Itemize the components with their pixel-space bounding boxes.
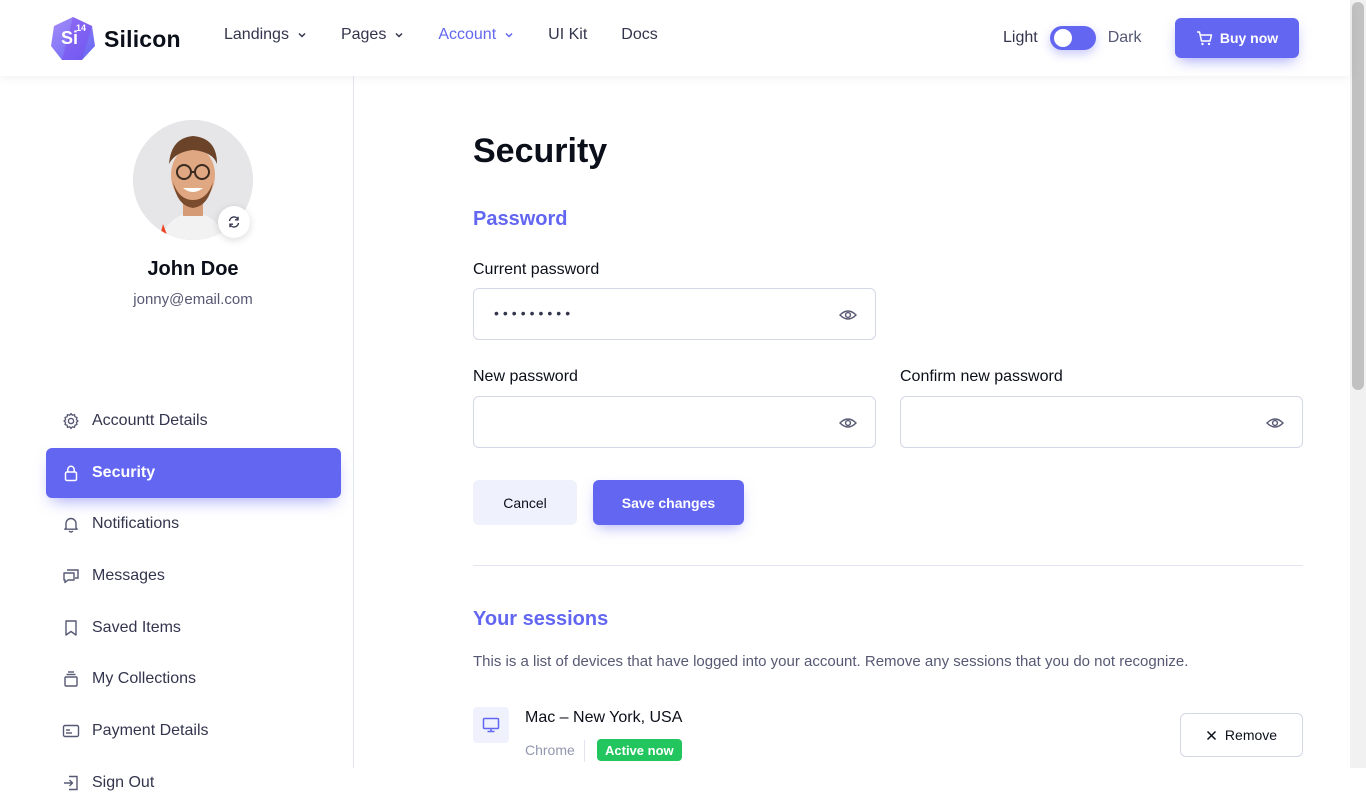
eye-icon[interactable]: [839, 308, 857, 322]
chevron-down-icon: [505, 32, 513, 38]
sidebar-item-security[interactable]: Security: [46, 447, 341, 498]
desktop-icon: [482, 717, 500, 733]
sidebar-item-notifications[interactable]: Notifications: [46, 499, 341, 549]
cancel-button[interactable]: Cancel: [473, 480, 577, 525]
nav-account-label: Account: [438, 26, 497, 43]
profile-email: jonny@email.com: [133, 291, 253, 308]
session-item: Mac – New York, USA Chrome Active now Re…: [473, 706, 1303, 768]
save-changes-button[interactable]: Save changes: [593, 480, 744, 525]
session-device-icon-wrap: [473, 707, 509, 743]
bell-icon: [64, 518, 78, 534]
sidebar-item-label: Payment Details: [92, 722, 209, 740]
mode-light-label: Light: [1003, 29, 1038, 46]
gear-icon: [63, 412, 79, 430]
account-menu: Accountt Details Security Notifications …: [46, 396, 341, 810]
status-badge: Active now: [597, 739, 682, 761]
card-icon: [62, 724, 80, 738]
sidebar-item-sign-out[interactable]: Sign Out: [46, 758, 341, 808]
collection-icon: [64, 671, 78, 688]
sidebar-item-messages[interactable]: Messages: [46, 551, 341, 601]
chat-icon: [63, 569, 79, 584]
sidebar-item-label: Security: [92, 463, 156, 481]
profile-name: John Doe: [147, 258, 239, 280]
password-section-title: Password: [473, 208, 568, 230]
page-scrollbar[interactable]: [1350, 0, 1366, 768]
refresh-icon: [228, 216, 240, 228]
nav-pages-label: Pages: [340, 26, 387, 43]
sidebar-item-label: Accountt Details: [92, 412, 208, 429]
logo-version-badge: 14: [76, 23, 87, 33]
lock-icon: [64, 465, 78, 481]
current-password-label: Current password: [473, 261, 600, 278]
eye-icon[interactable]: [839, 416, 857, 430]
nav-ui-kit[interactable]: UI Kit: [548, 26, 587, 44]
theme-toggle[interactable]: [1049, 26, 1096, 50]
site-header: Si 14 Silicon Landings Pages Account UI …: [0, 0, 1350, 76]
sidebar-item-label: Sign Out: [92, 773, 155, 791]
session-device: Mac – New York, USA: [525, 709, 683, 726]
scrollbar-thumb[interactable]: [1352, 2, 1364, 390]
buy-now-label: Buy now: [1219, 30, 1279, 46]
bookmark-icon: [65, 620, 77, 636]
logo-mark-icon: Si 14: [50, 16, 96, 62]
sidebar-item-account-details[interactable]: Accountt Details: [46, 396, 341, 446]
new-password-field[interactable]: [473, 396, 876, 448]
chevron-down-icon: [298, 32, 306, 38]
nav-ui-kit-label: UI Kit: [548, 26, 588, 43]
current-password-value: •••••••••: [494, 305, 575, 321]
session-browser: Chrome: [525, 742, 575, 758]
buy-now-button[interactable]: Buy now: [1175, 18, 1299, 58]
confirm-password-label: Confirm new password: [900, 368, 1063, 385]
current-password-field[interactable]: •••••••••: [473, 288, 876, 340]
nav-landings-label: Landings: [224, 26, 289, 43]
cart-icon: [1196, 30, 1213, 45]
session-separator: [584, 740, 585, 762]
nav-pages[interactable]: Pages: [341, 26, 404, 44]
page-title: Security: [473, 132, 608, 170]
confirm-password-field[interactable]: [900, 396, 1303, 448]
sidebar-item-payment-details[interactable]: Payment Details: [46, 706, 341, 756]
sidebar-item-label: Notifications: [92, 515, 180, 533]
brand-logo[interactable]: Si 14 Silicon: [50, 16, 181, 62]
toggle-knob: [1053, 29, 1072, 47]
theme-mode-switch: Light Dark: [1003, 26, 1141, 50]
mode-dark-label: Dark: [1107, 29, 1142, 46]
sign-out-icon: [64, 775, 78, 791]
sidebar-item-my-collections[interactable]: My Collections: [46, 654, 341, 704]
brand-name: Silicon: [104, 25, 181, 52]
avatar-wrapper: [133, 120, 253, 240]
sidebar-item-label: Messages: [92, 567, 165, 585]
chevron-down-icon: [395, 32, 403, 38]
sidebar-item-label: Saved Items: [92, 618, 181, 636]
section-divider: [473, 565, 1303, 566]
sessions-section-title: Your sessions: [473, 608, 609, 630]
account-sidebar: John Doe jonny@email.com Accountt Detail…: [0, 76, 354, 791]
remove-session-button[interactable]: Remove: [1180, 713, 1303, 757]
close-icon: [1206, 730, 1216, 740]
main-nav: Landings Pages Account UI Kit Docs: [224, 26, 692, 44]
nav-landings[interactable]: Landings: [224, 26, 307, 44]
nav-docs[interactable]: Docs: [621, 26, 657, 44]
sidebar-item-label: My Collections: [92, 670, 197, 688]
sessions-description: This is a list of devices that have logg…: [473, 653, 1189, 670]
change-avatar-button[interactable]: [218, 206, 250, 238]
sidebar-item-saved-items[interactable]: Saved Items: [46, 603, 341, 653]
new-password-label: New password: [473, 368, 578, 385]
remove-label: Remove: [1224, 727, 1278, 743]
nav-docs-label: Docs: [621, 26, 658, 43]
eye-icon[interactable]: [1266, 416, 1284, 430]
nav-account[interactable]: Account: [438, 26, 514, 44]
